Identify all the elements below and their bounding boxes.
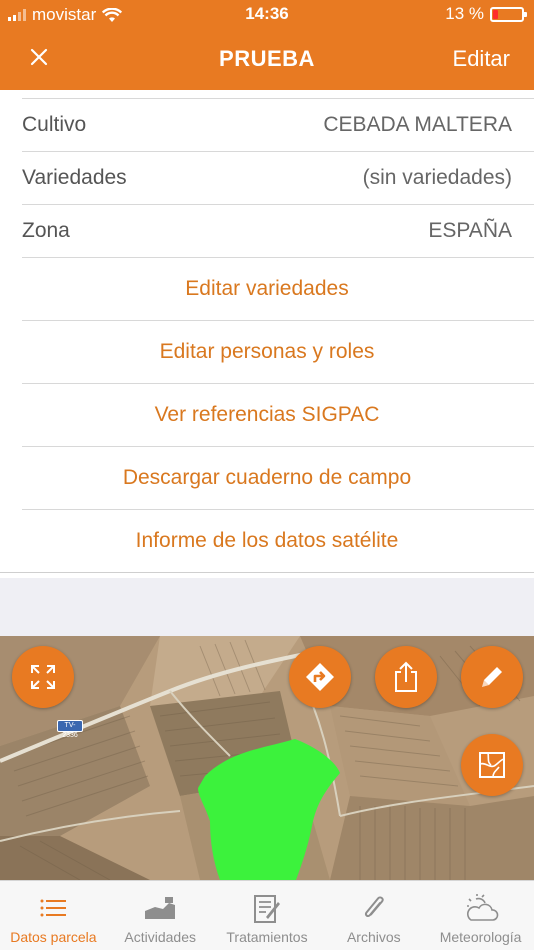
tab-actividades[interactable]: Actividades bbox=[107, 881, 214, 950]
parcel-details: Cultivo CEBADA MALTERA Variedades (sin v… bbox=[0, 90, 534, 573]
directions-button[interactable] bbox=[289, 646, 351, 708]
battery-icon bbox=[490, 6, 527, 22]
activities-icon bbox=[145, 897, 176, 919]
status-bar: movistar 14:36 13 % bbox=[0, 0, 534, 30]
detail-row-zona: Zona ESPAÑA bbox=[22, 205, 534, 258]
download-field-notebook-button[interactable]: Descargar cuaderno de campo bbox=[22, 447, 534, 510]
edit-map-button[interactable] bbox=[461, 646, 523, 708]
detail-label: Variedades bbox=[22, 166, 127, 189]
satellite-map-image bbox=[0, 636, 534, 880]
weather-icon bbox=[466, 894, 498, 921]
battery-info: 13 % bbox=[445, 4, 527, 24]
header: movistar 14:36 13 % PRUEBA Editar bbox=[0, 0, 534, 90]
share-button[interactable] bbox=[375, 646, 437, 708]
tab-tratamientos[interactable]: Tratamientos bbox=[214, 881, 321, 950]
detail-value: ESPAÑA bbox=[428, 219, 512, 242]
battery-percent: 13 % bbox=[445, 4, 484, 23]
section-spacer bbox=[0, 578, 534, 636]
tab-archivos[interactable]: Archivos bbox=[320, 881, 427, 950]
expand-icon bbox=[31, 665, 55, 689]
detail-row-cultivo: Cultivo CEBADA MALTERA bbox=[22, 99, 534, 152]
tab-bar: Datos parcela Actividades Tratamientos A… bbox=[0, 880, 534, 950]
edit-varieties-button[interactable]: Editar variedades bbox=[22, 258, 534, 321]
list-icon bbox=[40, 899, 67, 917]
parcel-map[interactable]: TV-2336 bbox=[0, 636, 534, 880]
tab-label: Meteorología bbox=[439, 929, 522, 945]
tab-label: Archivos bbox=[346, 929, 401, 945]
detail-value: (sin variedades) bbox=[362, 166, 512, 189]
map-layers-icon bbox=[479, 752, 505, 778]
fullscreen-button[interactable] bbox=[12, 646, 74, 708]
pencil-icon bbox=[482, 667, 502, 687]
detail-value: CEBADA MALTERA bbox=[323, 113, 512, 136]
divider bbox=[22, 90, 534, 99]
map-layers-button[interactable] bbox=[461, 734, 523, 796]
detail-label: Cultivo bbox=[22, 113, 87, 136]
road-sign: TV-2336 bbox=[57, 720, 83, 739]
satellite-report-button[interactable]: Informe de los datos satélite bbox=[0, 510, 534, 573]
tab-label: Datos parcela bbox=[10, 929, 97, 945]
tab-label: Actividades bbox=[124, 929, 196, 945]
treatments-icon bbox=[253, 895, 280, 923]
sigpac-references-button[interactable]: Ver referencias SIGPAC bbox=[22, 384, 534, 447]
detail-label: Zona bbox=[22, 219, 70, 242]
detail-row-variedades: Variedades (sin variedades) bbox=[22, 152, 534, 205]
tab-meteorologia[interactable]: Meteorología bbox=[427, 881, 534, 950]
edit-people-roles-button[interactable]: Editar personas y roles bbox=[22, 321, 534, 384]
tab-datos-parcela[interactable]: Datos parcela bbox=[0, 881, 107, 950]
directions-icon bbox=[306, 663, 334, 691]
paperclip-icon bbox=[364, 896, 384, 918]
tab-label: Tratamientos bbox=[226, 929, 308, 945]
navigation-bar: PRUEBA Editar bbox=[0, 30, 534, 90]
edit-button[interactable]: Editar bbox=[453, 46, 510, 72]
share-icon bbox=[395, 661, 417, 692]
